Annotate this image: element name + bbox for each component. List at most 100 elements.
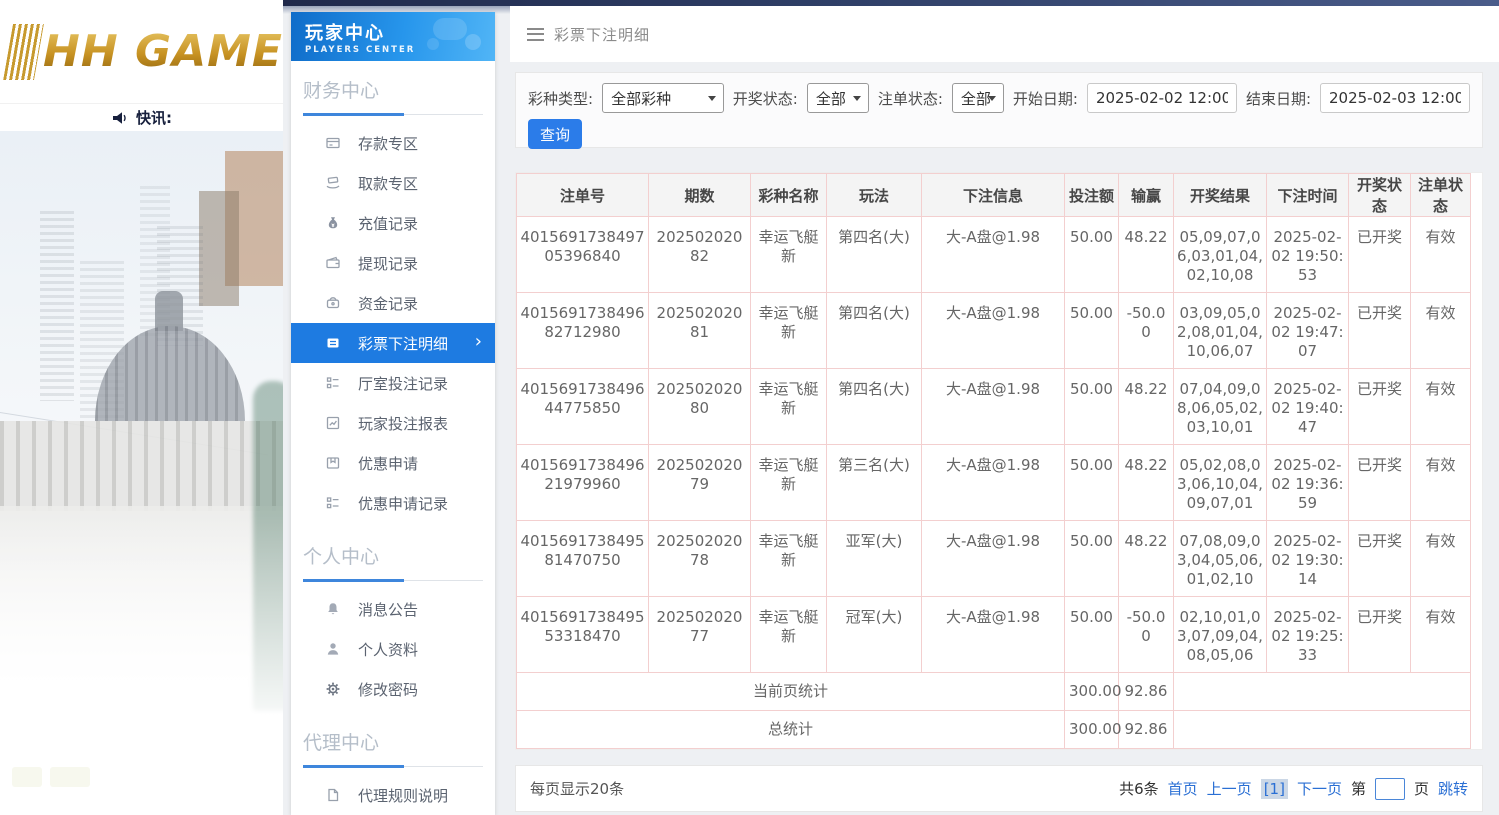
content: 彩种类型: 全部彩种 开奖状态: 全部 注单状态: 全部 开始日期: 结束日期:… — [515, 72, 1483, 812]
chevron-down-icon — [987, 96, 996, 101]
sidebar-item-announcements[interactable]: 消息公告 — [291, 589, 495, 629]
next-page-link[interactable]: 下一页 — [1297, 778, 1342, 799]
sidebar-item-promo-records[interactable]: 优惠申请记录 — [291, 483, 495, 523]
table-cell: 07,04,09,08,06,05,02,03,10,01 — [1173, 368, 1267, 445]
end-date-input[interactable] — [1320, 83, 1470, 113]
table-cell: 02,10,01,03,07,09,04,08,05,06 — [1173, 596, 1267, 673]
table-cell: 401569173849621979960 — [516, 444, 649, 521]
funds-purse-icon — [326, 297, 340, 309]
sidebar-item-promo-apply[interactable]: 优惠申请 — [291, 443, 495, 483]
sidebar-item-fund-records[interactable]: 资金记录 — [291, 283, 495, 323]
start-date-input[interactable] — [1086, 83, 1237, 113]
table-cell: 2025-02-02 19:36:59 — [1266, 444, 1349, 521]
table-cell: 第四名(大) — [826, 368, 922, 445]
table-cell: 大-A盘@1.98 — [921, 368, 1065, 445]
logo: HH GAME — [0, 0, 283, 103]
report-chart-icon — [326, 416, 340, 430]
hall-records-list-icon — [326, 377, 339, 389]
column-header: 注单状态 — [1410, 173, 1471, 217]
grand-summary-label: 总统计 — [516, 710, 1065, 749]
sidebar-item-agent-rules[interactable]: 代理规则说明 — [291, 775, 495, 815]
jump-button[interactable]: 跳转 — [1438, 778, 1468, 799]
table-row: 401569173849682712980 20250202081 幸运飞艇新 第四名… — [516, 292, 1471, 369]
table-cell: 50.00 — [1064, 444, 1119, 521]
jump-suffix-label: 页 — [1413, 780, 1429, 798]
table-cell: 有效 — [1410, 520, 1471, 597]
lottery-type-select[interactable]: 全部彩种 — [602, 83, 724, 113]
table-row: 401569173849644775850 20250202080 幸运飞艇新 第四名… — [516, 368, 1471, 445]
table-cell: 已开奖 — [1348, 520, 1411, 597]
sidebar-item-withdrawal-records[interactable]: 提现记录 — [291, 243, 495, 283]
total-count-text: 共6条 — [1119, 780, 1159, 798]
sidebar-item-hall-bet-records[interactable]: 厅室投注记录 — [291, 363, 495, 403]
column-header: 下注时间 — [1266, 173, 1349, 217]
jump-prefix-label: 第 — [1350, 780, 1366, 798]
start-date-label: 开始日期: — [1012, 89, 1078, 108]
table-cell: 有效 — [1410, 444, 1471, 521]
lottery-type-label: 彩种类型: — [528, 89, 594, 108]
table-cell: 已开奖 — [1348, 368, 1411, 445]
document-icon — [328, 788, 339, 802]
grand-bet-total: 300.00 — [1064, 710, 1122, 749]
user-icon — [327, 643, 339, 655]
order-status-select[interactable]: 全部 — [951, 83, 1004, 113]
query-button[interactable]: 查询 — [528, 119, 582, 149]
table-cell: 幸运飞艇新 — [750, 368, 827, 445]
page-jump-input[interactable] — [1374, 777, 1405, 800]
page-size-text: 每页显示20条 — [530, 780, 625, 798]
sidebar-item-player-bet-report[interactable]: 玩家投注报表 — [291, 403, 495, 443]
sidebar-header: 玩家中心 PLAYERS CENTER — [291, 12, 495, 61]
promo-coupon-icon — [326, 457, 340, 469]
table-cell: 401569173849705396840 — [516, 216, 649, 293]
end-date-label: 结束日期: — [1245, 89, 1311, 108]
grand-summary-row: 总统计 300.00 92.86 — [516, 710, 1471, 749]
table-cell: -50.00 — [1118, 292, 1174, 369]
column-header: 输赢 — [1118, 173, 1174, 217]
draw-status-label: 开奖状态: — [732, 89, 798, 108]
table-cell: 大-A盘@1.98 — [921, 444, 1065, 521]
sidebar-item-profile[interactable]: 个人资料 — [291, 629, 495, 669]
gamepad-icon — [433, 18, 467, 40]
column-header: 期数 — [648, 173, 751, 217]
table-cell: 幸运飞艇新 — [750, 520, 827, 597]
logo-stripes-icon — [3, 23, 44, 80]
table-cell: 已开奖 — [1348, 216, 1411, 293]
table-cell: 2025-02-02 19:40:47 — [1266, 368, 1349, 445]
table-cell: 50.00 — [1064, 368, 1119, 445]
bet-details-list-icon — [327, 338, 339, 348]
sidebar-item-lottery-bet-details[interactable]: 彩票下注明细 › — [291, 323, 495, 363]
sidebar-item-deposit-zone[interactable]: 存款专区 — [291, 123, 495, 163]
page-title: 彩票下注明细 — [554, 25, 651, 44]
prev-page-link[interactable]: 上一页 — [1207, 778, 1252, 799]
table-cell: 401569173849644775850 — [516, 368, 649, 445]
table-cell: 幸运飞艇新 — [750, 596, 827, 673]
sidebar-item-change-password[interactable]: 修改密码 — [291, 669, 495, 709]
table-cell: 05,09,07,06,03,01,04,02,10,08 — [1173, 216, 1267, 293]
bell-icon — [328, 603, 338, 615]
news-ticker-bar: 快讯: — [0, 103, 283, 131]
sidebar-item-withdraw-zone[interactable]: 取款专区 — [291, 163, 495, 203]
table-row: 401569173849705396840 20250202082 幸运飞艇新 第四名… — [516, 216, 1471, 293]
table-cell: 已开奖 — [1348, 444, 1411, 521]
table-cell: 20250202082 — [648, 216, 751, 293]
grand-win-total: 92.86 — [1118, 710, 1174, 749]
topbar: 彩票下注明细 — [510, 6, 1499, 62]
menu-toggle-icon[interactable] — [527, 27, 544, 41]
first-page-link[interactable]: 首页 — [1168, 778, 1198, 799]
table-cell: 03,09,05,02,08,01,04,10,06,07 — [1173, 292, 1267, 369]
column-header: 玩法 — [826, 173, 922, 217]
sidebar: 玩家中心 PLAYERS CENTER 财务中心 存款专区 取款专区 充值记录 … — [291, 12, 495, 815]
table-header-row: 注单号 期数 彩种名称 玩法 下注信息 投注额 输赢 开奖结果 下注时间 开奖状态 注单状态 — [516, 173, 1471, 217]
sidebar-item-recharge-records[interactable]: 充值记录 — [291, 203, 495, 243]
table-cell: 20250202081 — [648, 292, 751, 369]
table-cell: 401569173849553318470 — [516, 596, 649, 673]
recharge-moneybag-icon — [328, 217, 338, 229]
table-cell: 20250202079 — [648, 444, 751, 521]
table-cell: 20250202077 — [648, 596, 751, 673]
draw-status-select[interactable]: 全部 — [806, 83, 869, 113]
bet-table: 注单号 期数 彩种名称 玩法 下注信息 投注额 输赢 开奖结果 下注时间 开奖状态 注单状态 401… — [516, 173, 1471, 749]
chevron-down-icon — [852, 96, 861, 101]
table-cell: 50.00 — [1064, 292, 1119, 369]
news-label: 快讯: — [136, 109, 172, 127]
logo-text: HH GAME — [43, 26, 283, 77]
